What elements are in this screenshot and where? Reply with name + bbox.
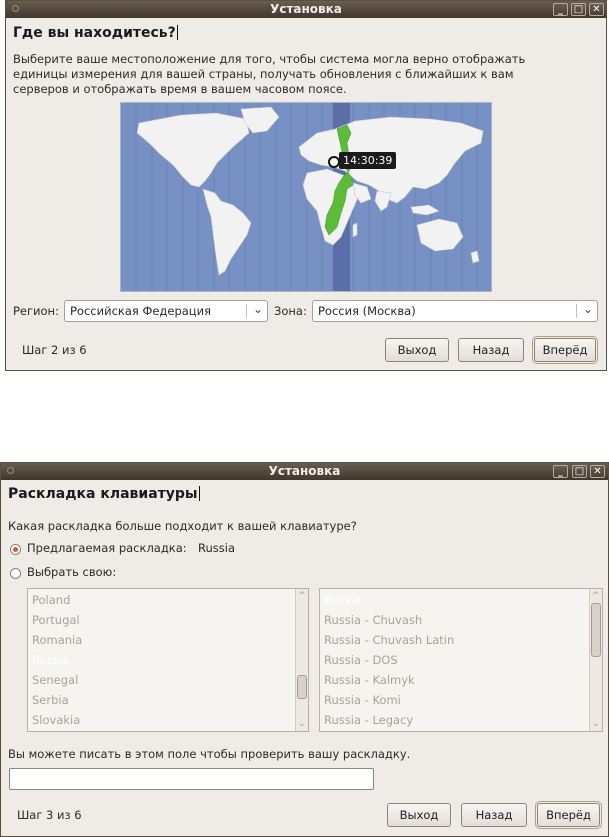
scroll-up-icon[interactable]: ^ <box>592 591 600 601</box>
chevron-down-icon: ⌄ <box>252 302 263 316</box>
region-label: Регион: <box>13 304 59 318</box>
list-item[interactable]: Russia - DOS <box>324 653 398 667</box>
window-title: Установка <box>268 464 341 478</box>
minimize-icon[interactable]: _ <box>553 3 568 16</box>
zone-label: Зона: <box>274 304 307 318</box>
close-icon[interactable]: ✕ <box>589 3 604 16</box>
test-hint: Вы можете писать в этом поле чтобы прове… <box>8 747 411 761</box>
description-line-3: серверов и отображать время в вашем часо… <box>13 82 347 96</box>
quit-button[interactable]: Выход <box>385 338 449 362</box>
list-item[interactable]: Serbia <box>32 693 69 707</box>
close-icon[interactable]: ✕ <box>590 465 605 478</box>
back-button[interactable]: Назад <box>458 338 524 362</box>
list-item-selected[interactable]: Russia <box>32 653 69 667</box>
scroll-down-icon[interactable]: ⌄ <box>592 719 600 729</box>
country-list-scrollbar[interactable]: ^ ⌄ <box>295 589 308 731</box>
maximize-icon[interactable]: □ <box>571 3 586 16</box>
installer-window-location: Установка _ □ ✕ Где вы находитесь? Выбер… <box>5 0 607 371</box>
description-line-1: Выберите ваше местоположение для того, ч… <box>13 52 526 66</box>
list-item[interactable]: Russia - Legacy <box>324 713 413 727</box>
scroll-up-icon[interactable]: ^ <box>298 591 306 601</box>
installer-window-keyboard: Установка _ □ ✕ Раскладка клавиатуры Как… <box>0 462 609 837</box>
list-item[interactable]: Poland <box>32 593 70 607</box>
choose-layout-radio[interactable] <box>10 568 21 579</box>
forward-button[interactable]: Вперёд <box>535 801 602 829</box>
suggested-layout-radio[interactable] <box>10 544 21 555</box>
maximize-icon[interactable]: □ <box>572 465 587 478</box>
list-item[interactable]: Senegal <box>32 673 78 687</box>
scrollbar-thumb[interactable] <box>297 675 307 699</box>
list-item[interactable]: Portugal <box>32 613 80 627</box>
world-map-graphic <box>135 103 484 291</box>
list-item[interactable]: Russia - Chuvash Latin <box>324 633 454 647</box>
window-title: Установка <box>270 2 342 16</box>
title-bar[interactable]: Установка _ □ ✕ <box>1 463 608 480</box>
variant-list-scrollbar[interactable]: ^ ⌄ <box>589 589 602 731</box>
region-select-value: Российская Федерация <box>70 304 212 318</box>
list-item[interactable]: Slovakia <box>32 713 80 727</box>
list-item[interactable]: Romania <box>32 633 82 647</box>
list-item-selected[interactable]: Russia <box>324 593 361 607</box>
country-list[interactable]: Poland Portugal Romania Russia Senegal S… <box>27 588 309 732</box>
description-line-2: единицы измерения для вашей страны, полу… <box>13 67 514 81</box>
list-item[interactable]: Russia - Kalmyk <box>324 673 415 687</box>
suggested-layout-value: Russia <box>198 541 235 555</box>
scrollbar-thumb[interactable] <box>591 603 601 657</box>
map-time-label: 14:30:39 <box>339 152 397 169</box>
chevron-down-icon: ⌄ <box>582 302 593 316</box>
quit-button[interactable]: Выход <box>387 803 451 827</box>
page-title: Где вы находитесь? <box>13 25 178 41</box>
choose-layout-label[interactable]: Выбрать свою: <box>27 565 116 580</box>
scroll-down-icon[interactable]: ⌄ <box>298 719 306 729</box>
back-button[interactable]: Назад <box>461 803 527 827</box>
layout-test-input[interactable] <box>9 768 374 790</box>
page-title: Раскладка клавиатуры <box>8 486 200 502</box>
suggested-layout-label[interactable]: Предлагаемая раскладка: <box>27 541 187 556</box>
list-item[interactable]: Russia - Chuvash <box>324 613 422 627</box>
zone-select-value: Россия (Москва) <box>318 304 416 318</box>
forward-button[interactable]: Вперёд <box>532 336 598 364</box>
timezone-map[interactable]: 14:30:39 <box>120 102 492 292</box>
zone-select[interactable]: Россия (Москва) ⌄ <box>312 300 598 322</box>
step-indicator: Шаг 2 из 6 <box>22 343 87 357</box>
title-bar[interactable]: Установка _ □ ✕ <box>6 1 606 18</box>
list-item[interactable]: Russia - Komi <box>324 693 401 707</box>
minimize-icon[interactable]: _ <box>553 465 568 478</box>
step-indicator: Шаг 3 из 6 <box>17 808 82 822</box>
layout-question: Какая раскладка больше подходит к вашей … <box>8 519 357 533</box>
variant-list[interactable]: Russia Russia - Chuvash Russia - Chuvash… <box>319 588 603 732</box>
region-select[interactable]: Российская Федерация ⌄ <box>64 300 268 322</box>
